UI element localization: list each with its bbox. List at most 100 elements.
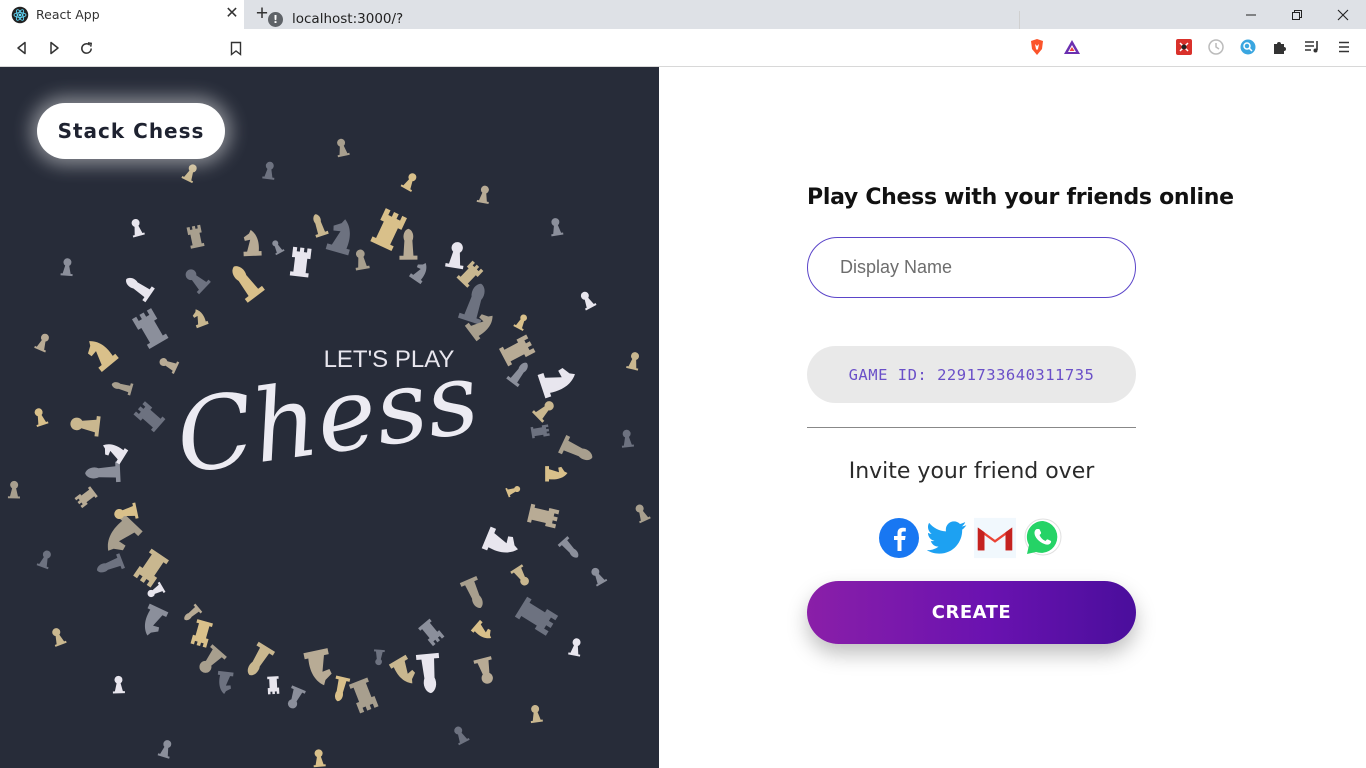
chess-piece-shape <box>60 258 73 277</box>
whatsapp-icon[interactable] <box>1022 517 1064 559</box>
chess-piece-shape <box>373 649 385 666</box>
page: LET'S PLAY Chess Stack Chess Play Chess w… <box>0 67 1366 768</box>
chess-piece-shape <box>243 229 262 257</box>
chess-piece-shape <box>418 618 445 647</box>
invite-heading: Invite your friend over <box>848 459 1095 484</box>
chess-piece-shape <box>454 726 470 746</box>
address-divider <box>1019 11 1020 29</box>
chess-piece-shape <box>505 486 521 498</box>
chess-piece-shape <box>192 309 209 329</box>
chess-piece-shape <box>473 656 493 684</box>
chess-piece-shape <box>355 249 370 271</box>
chess-piece-shape <box>74 486 98 509</box>
chess-piece-shape <box>481 526 518 553</box>
chess-piece-shape <box>470 619 492 639</box>
info-icon[interactable]: ! <box>268 12 283 27</box>
react-icon <box>11 6 29 24</box>
url-text[interactable]: localhost:3000/? <box>292 11 403 27</box>
chess-piece-shape <box>370 208 407 252</box>
chess-piece-shape <box>87 341 119 373</box>
chess-piece-shape <box>580 291 597 311</box>
forward-icon[interactable] <box>43 37 65 59</box>
browser-toolbar <box>0 29 1366 67</box>
hero-script-text: Chess <box>169 339 485 497</box>
chess-piece-shape <box>262 161 275 180</box>
chess-piece-shape <box>144 603 169 636</box>
chess-piece-shape <box>70 416 101 437</box>
minimize-icon[interactable] <box>1228 0 1274 29</box>
chess-piece-shape <box>289 246 312 278</box>
chess-piece-shape <box>621 429 635 448</box>
chess-piece-shape <box>133 548 169 588</box>
twitter-icon[interactable] <box>926 517 968 559</box>
brave-shield-icon[interactable] <box>1028 38 1046 56</box>
chess-piece-shape <box>34 408 49 427</box>
create-button[interactable]: CREATE <box>807 581 1136 644</box>
create-button-label: CREATE <box>931 602 1012 623</box>
chess-piece-shape <box>313 749 326 768</box>
chess-piece-shape <box>325 219 350 256</box>
chess-piece-shape <box>551 218 564 237</box>
chess-piece-shape <box>498 334 536 367</box>
chess-pieces-wreath-illustration: LET'S PLAYChess <box>7 138 651 768</box>
chess-piece-shape <box>557 536 579 558</box>
join-form-panel: Play Chess with your friends online GAME… <box>659 67 1366 768</box>
extension-grey-icon[interactable] <box>1207 38 1225 56</box>
brave-rewards-icon[interactable] <box>1063 38 1081 56</box>
chess-piece-shape <box>558 435 593 461</box>
chess-piece-shape <box>112 675 125 694</box>
chess-piece-shape <box>133 401 166 433</box>
chess-piece-shape <box>159 358 180 374</box>
game-id-badge[interactable]: GAME ID: 2291733640311735 <box>807 346 1136 403</box>
chess-piece-shape <box>157 740 172 759</box>
display-name-input[interactable] <box>807 237 1136 298</box>
chess-piece-shape <box>186 224 205 249</box>
chess-piece-shape <box>247 641 276 676</box>
chess-piece-shape <box>635 504 651 524</box>
chess-piece-shape <box>531 401 554 423</box>
reload-icon[interactable] <box>75 37 97 59</box>
facebook-icon[interactable] <box>878 517 920 559</box>
extension-red-icon[interactable] <box>1175 38 1193 56</box>
chess-piece-shape <box>348 677 379 714</box>
chess-piece-shape <box>267 676 280 695</box>
chess-piece-shape <box>626 352 639 371</box>
address-bar[interactable] <box>258 34 1090 62</box>
chess-piece-shape <box>513 314 527 331</box>
chess-piece-shape <box>185 269 211 295</box>
chess-piece-shape <box>97 553 125 573</box>
chess-piece-shape <box>476 185 489 204</box>
back-icon[interactable] <box>11 37 33 59</box>
divider <box>807 427 1136 428</box>
page-title: Play Chess with your friends online <box>807 185 1234 210</box>
browser-tab-active[interactable]: React App ✕ <box>0 0 244 29</box>
media-queue-icon[interactable] <box>1303 38 1321 56</box>
chess-piece-shape <box>190 619 213 648</box>
chess-piece-shape <box>111 382 134 396</box>
close-icon[interactable]: ✕ <box>222 4 242 24</box>
extension-search-icon[interactable] <box>1239 38 1257 56</box>
chess-piece-shape <box>568 638 581 657</box>
chess-piece-shape <box>272 240 285 256</box>
extensions-puzzle-icon[interactable] <box>1271 38 1289 56</box>
brand-logo[interactable]: Stack Chess <box>37 103 225 159</box>
window-close-icon[interactable] <box>1320 0 1366 29</box>
chess-piece-shape <box>287 685 306 709</box>
chess-piece-shape <box>337 138 350 158</box>
chess-piece-shape <box>537 367 575 399</box>
chess-piece-shape <box>335 675 351 702</box>
menu-icon[interactable] <box>1335 38 1353 56</box>
bookmark-icon[interactable] <box>225 37 247 59</box>
chess-piece-shape <box>131 218 145 238</box>
gmail-icon[interactable] <box>974 517 1016 559</box>
chess-piece-shape <box>514 596 559 636</box>
chess-piece-shape <box>459 575 483 608</box>
chess-piece-shape <box>34 333 49 353</box>
chess-piece-shape <box>527 503 560 529</box>
chess-piece-shape <box>456 260 484 288</box>
chess-piece-shape <box>103 444 129 465</box>
game-id-text: GAME ID: 2291733640311735 <box>848 365 1095 384</box>
chess-piece-shape <box>52 628 67 647</box>
chess-piece-shape <box>313 214 329 238</box>
restore-icon[interactable] <box>1274 0 1320 29</box>
